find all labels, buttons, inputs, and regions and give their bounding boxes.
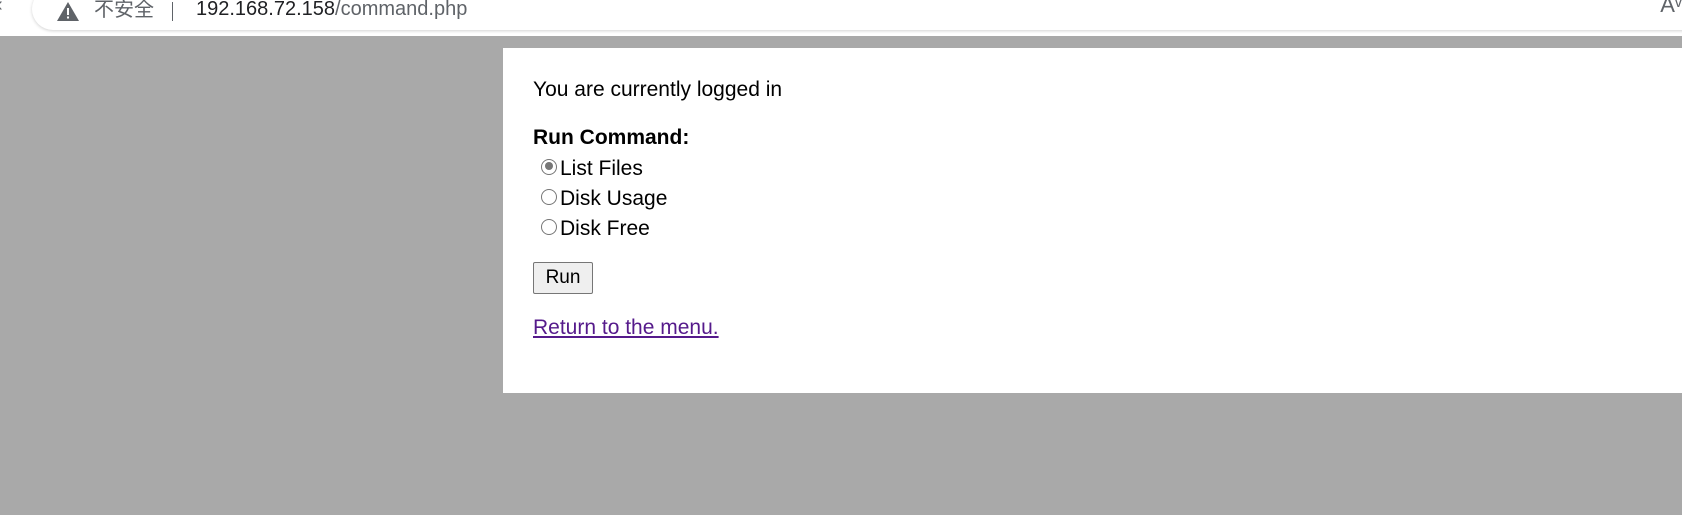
login-status-text: You are currently logged in — [533, 78, 783, 101]
address-bar[interactable]: 不安全 192.168.72.158/command.php — [32, 0, 1682, 30]
security-status-label[interactable]: 不安全 — [94, 0, 154, 22]
radio-button-list-files[interactable] — [541, 158, 557, 175]
run-button[interactable]: Run — [533, 262, 593, 294]
content-panel: You are currently logged in Run Command:… — [503, 48, 1682, 393]
radio-label[interactable]: Disk Free — [560, 217, 650, 241]
radio-button-disk-usage[interactable] — [541, 188, 557, 205]
url-host: 192.168.72.158 — [196, 0, 336, 20]
browser-toolbar: ‹ 不安全 192.168.72.158/command.php Aᵛ — [0, 0, 1682, 36]
read-aloud-icon[interactable]: Aᵛ — [1660, 0, 1682, 18]
radio-label[interactable]: Disk Usage — [560, 187, 667, 211]
url-text[interactable]: 192.168.72.158/command.php — [196, 0, 467, 21]
radio-label[interactable]: List Files — [560, 157, 643, 181]
page-viewport: You are currently logged in Run Command:… — [0, 36, 1682, 515]
back-arrow-icon[interactable]: ‹ — [0, 0, 3, 17]
radio-option-disk-free[interactable]: Disk Free — [541, 214, 650, 244]
radio-option-disk-usage[interactable]: Disk Usage — [541, 184, 667, 214]
radio-option-list-files[interactable]: List Files — [541, 154, 643, 184]
omnibox-divider — [172, 2, 173, 21]
radio-button-disk-free[interactable] — [541, 218, 557, 235]
return-to-menu-link[interactable]: Return to the menu. — [533, 316, 719, 340]
url-path: /command.php — [335, 0, 468, 20]
warning-icon[interactable] — [56, 0, 80, 24]
run-command-heading: Run Command: — [533, 126, 690, 149]
